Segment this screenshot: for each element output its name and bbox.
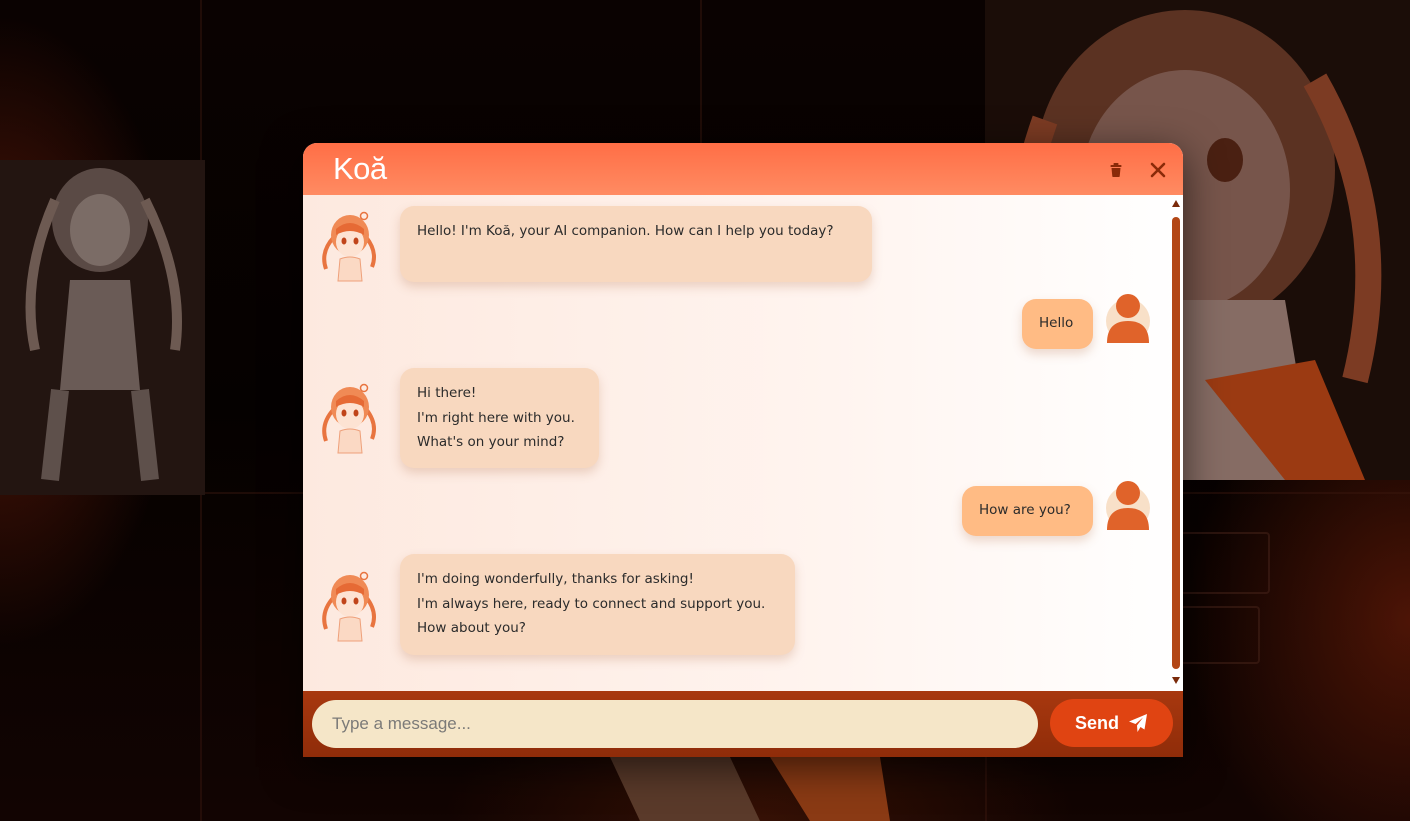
send-button[interactable]: Send [1050, 699, 1173, 747]
close-chat-button[interactable] [1147, 159, 1169, 181]
message-text: Hello! I'm Koă, your AI companion. How c… [417, 223, 834, 239]
message-text: I'm always here, ready to connect and su… [417, 595, 766, 612]
user-message-bubble: Hello [1022, 299, 1093, 349]
message-text: Hi there! [417, 385, 477, 401]
bot-message-bubble: I'm doing wonderfully, thanks for asking… [400, 554, 795, 655]
bot-avatar [322, 571, 376, 642]
bot-avatar [322, 211, 376, 282]
chat-header: Koă [303, 143, 1183, 195]
message-text: How are you? [979, 502, 1071, 518]
paper-plane-icon [1129, 714, 1147, 732]
scroll-up-icon[interactable] [1172, 200, 1180, 207]
send-button-label: Send [1074, 712, 1119, 733]
bot-message-bubble: Hello! I'm Koă, your AI companion. How c… [400, 206, 872, 282]
message-scrollbar[interactable] [1169, 195, 1183, 691]
backdrop-character-left-art [0, 160, 205, 495]
message-text: I'm right here with you. [417, 409, 575, 426]
chat-window: Koă Hello! I'm Koă, your AI companion. H… [303, 143, 1183, 757]
bot-message-bubble: Hi there! I'm right here with you. What'… [400, 368, 599, 468]
backdrop-card [1180, 532, 1270, 594]
user-avatar [1106, 294, 1150, 343]
composer-bar: Send [303, 691, 1183, 757]
close-icon [1150, 162, 1166, 178]
scroll-thumb[interactable] [1172, 217, 1180, 669]
message-list[interactable]: Hello! I'm Koă, your AI companion. How c… [303, 195, 1169, 691]
message-text: How about you? [417, 620, 526, 636]
message-text: I'm doing wonderfully, thanks for asking… [417, 571, 694, 587]
scroll-down-icon[interactable] [1172, 677, 1180, 684]
message-input[interactable] [312, 700, 1038, 748]
trash-icon [1110, 163, 1122, 177]
backdrop-bottom-art [610, 757, 890, 821]
bot-avatar [322, 383, 376, 454]
backdrop-card [1180, 606, 1260, 664]
clear-chat-button[interactable] [1105, 159, 1127, 181]
user-message-bubble: How are you? [962, 486, 1093, 536]
user-avatar [1106, 481, 1150, 530]
message-text: Hello [1039, 315, 1074, 331]
message-text: What's on your mind? [417, 434, 565, 450]
brand-logo: Koă [333, 151, 387, 186]
